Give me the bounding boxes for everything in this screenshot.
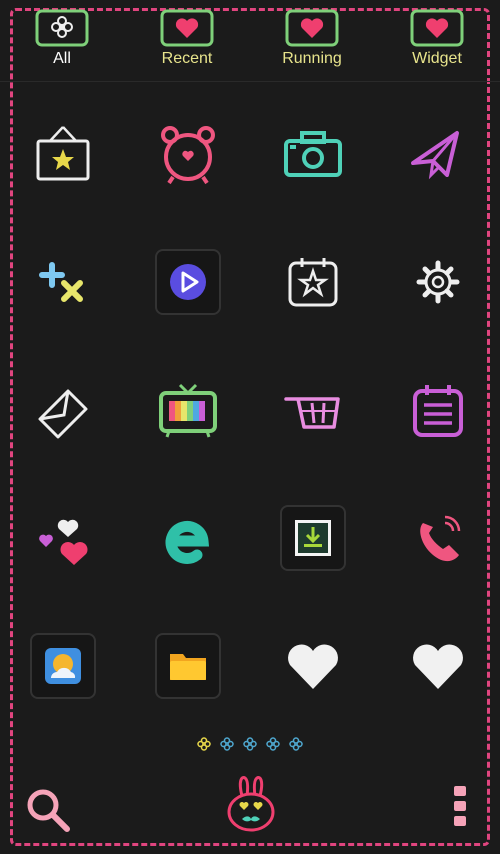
- browser-e-icon: [165, 520, 209, 564]
- app-weather[interactable]: [0, 602, 125, 730]
- tab-all[interactable]: All: [17, 8, 107, 78]
- gear-icon: [416, 260, 459, 304]
- app-grid: [0, 90, 500, 730]
- flower-icon: [35, 9, 89, 47]
- video-player-icon: [169, 264, 206, 300]
- heart-icon: [160, 9, 214, 47]
- tab-label: Recent: [161, 50, 213, 67]
- page-dot[interactable]: [219, 736, 235, 752]
- app-notes[interactable]: [375, 346, 500, 474]
- files-frame: [154, 633, 221, 699]
- app-shopping[interactable]: [250, 346, 375, 474]
- page-indicator: [0, 736, 500, 756]
- bunny-home-icon[interactable]: [222, 774, 280, 834]
- search-icon[interactable]: [22, 784, 72, 834]
- app-video-player[interactable]: [125, 218, 250, 346]
- app-white-heart-2[interactable]: [375, 602, 500, 730]
- heart-icon: [285, 9, 339, 47]
- tab-recent[interactable]: Recent: [142, 8, 232, 78]
- white-heart-icon: [287, 644, 338, 689]
- app-email[interactable]: [0, 346, 125, 474]
- page-dot[interactable]: [242, 736, 258, 752]
- folder-icon: [169, 654, 206, 680]
- white-heart-icon: [412, 644, 463, 689]
- hearts-icon: [38, 519, 87, 565]
- tab-label: Widget: [412, 50, 462, 67]
- download-frame: [279, 505, 346, 571]
- app-white-heart-1[interactable]: [250, 602, 375, 730]
- app-star-frame[interactable]: [0, 90, 125, 218]
- email-envelope-icon: [38, 389, 87, 439]
- tab-label: All: [53, 50, 71, 67]
- tab-bar: All Recent Running Widget: [0, 0, 500, 82]
- page-dot-active[interactable]: [196, 736, 212, 752]
- download-icon: [294, 520, 331, 556]
- page-dot[interactable]: [288, 736, 304, 752]
- tab-label: Running: [282, 50, 342, 67]
- app-files[interactable]: [125, 602, 250, 730]
- app-download[interactable]: [250, 474, 375, 602]
- app-camera[interactable]: [250, 90, 375, 218]
- app-settings[interactable]: [375, 218, 500, 346]
- heart-icon: [410, 9, 464, 47]
- app-calculator[interactable]: [0, 218, 125, 346]
- app-paper-plane[interactable]: [375, 90, 500, 218]
- more-menu-icon[interactable]: [448, 784, 472, 828]
- video-player-frame: [154, 249, 221, 315]
- paper-plane-icon: [410, 131, 459, 180]
- page-dot[interactable]: [265, 736, 281, 752]
- shopping-cart-icon: [283, 397, 340, 429]
- camera-icon: [283, 131, 342, 177]
- app-phone[interactable]: [375, 474, 500, 602]
- app-tv[interactable]: [125, 346, 250, 474]
- weather-frame: [29, 633, 96, 699]
- star-calendar-icon: [288, 258, 337, 307]
- tab-widget[interactable]: Widget: [392, 8, 482, 78]
- app-star-calendar[interactable]: [250, 218, 375, 346]
- phone-icon: [419, 515, 460, 562]
- weather-icon: [44, 648, 81, 684]
- app-browser[interactable]: [125, 474, 250, 602]
- calculator-icon: [38, 262, 83, 302]
- app-alarm-clock[interactable]: [125, 90, 250, 218]
- app-hearts[interactable]: [0, 474, 125, 602]
- tv-icon: [158, 383, 217, 438]
- notes-icon: [412, 385, 463, 437]
- alarm-clock-icon: [160, 126, 215, 185]
- star-frame-icon: [36, 126, 89, 181]
- tab-running[interactable]: Running: [267, 8, 357, 78]
